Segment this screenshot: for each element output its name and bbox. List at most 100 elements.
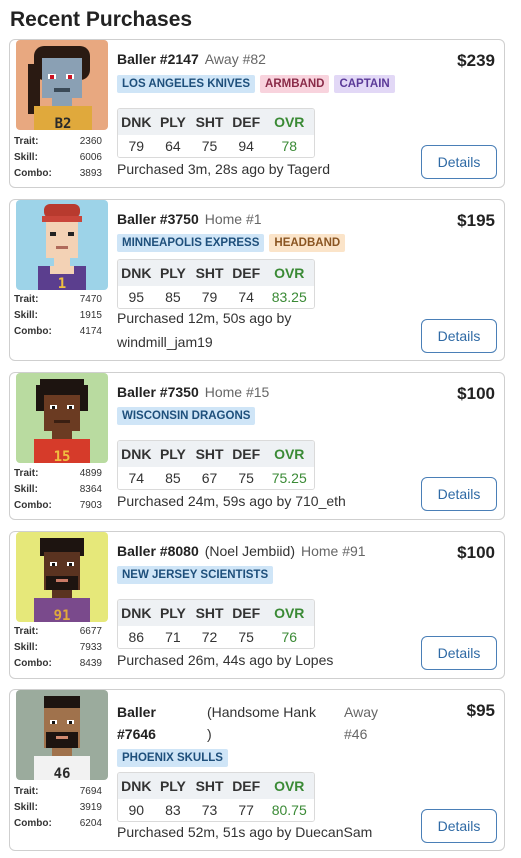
rating-dnk: 79 — [128, 138, 145, 154]
price: $239 — [457, 51, 495, 70]
rating-dnk: 90 — [128, 802, 145, 818]
rating-header-ply: PLY — [159, 446, 186, 462]
trait-value: 4899 — [79, 468, 102, 479]
skill-label: Skill: — [14, 484, 38, 495]
details-button[interactable]: Details — [421, 636, 497, 670]
baller-id[interactable]: Baller #3750 — [117, 211, 199, 227]
rating-table: DNK PLY SHT DEF OVR 95 85 79 74 83.25 — [117, 259, 315, 309]
rating-sht: 75 — [201, 138, 218, 154]
purchase-info: Purchased 3m, 28s ago by Tagerd — [117, 161, 330, 177]
baller-location: Home #1 — [204, 211, 262, 227]
rating-header-ply: PLY — [159, 605, 186, 621]
rating-header-def: DEF — [232, 114, 261, 130]
team-tag: NEW JERSEY SCIENTISTS — [117, 566, 274, 584]
trait-label: Trait: — [14, 468, 39, 479]
rating-def: 74 — [238, 289, 254, 305]
trait-label: Trait: — [14, 136, 39, 147]
rating-ovr: 76 — [281, 629, 298, 645]
rating-header-sht: SHT — [195, 114, 224, 130]
rating-sht: 79 — [201, 289, 218, 305]
rating-header-ovr: OVR — [274, 605, 305, 621]
purchase-card: 91 Trait: 6677 Skill: 7933 Combo: 8439 Ball… — [9, 531, 505, 679]
rating-header-ovr: OVR — [274, 778, 305, 794]
jersey-number: 15 — [54, 449, 71, 463]
baller-id[interactable]: Baller — [117, 701, 156, 723]
rating-header-sht: SHT — [195, 446, 224, 462]
combo-value: 8439 — [79, 658, 102, 669]
rating-header-def: DEF — [232, 446, 261, 462]
baller-name-line: Baller #7350 Home #15 — [117, 384, 269, 400]
baller-avatar-image: 46 — [16, 690, 108, 780]
baller-location: Away #82 — [204, 51, 266, 67]
trait-value: 7470 — [79, 294, 102, 305]
rating-header-row: DNK PLY SHT DEF OVR — [118, 773, 314, 799]
buyer-name: windmill_jam19 — [117, 334, 213, 350]
rating-value-row: 86 71 72 75 76 — [118, 626, 314, 648]
rating-header-dnk: DNK — [121, 265, 152, 281]
combo-label: Combo: — [14, 658, 52, 669]
skill-label: Skill: — [14, 642, 38, 653]
rating-dnk: 74 — [128, 470, 145, 486]
baller-avatar[interactable]: 91 — [16, 532, 108, 622]
details-button[interactable]: Details — [421, 809, 497, 843]
baller-id-number[interactable]: #7646 — [117, 723, 156, 745]
rating-sht: 73 — [201, 802, 218, 818]
team-tag: WISCONSIN DRAGONS — [117, 407, 256, 425]
stats-block: Trait: 7694 Skill: 3919 Combo: 6204 — [14, 784, 102, 832]
purchase-info-line: Purchased 12m, 50s ago by — [117, 310, 292, 326]
baller-avatar[interactable]: 15 — [16, 373, 108, 463]
combo-label: Combo: — [14, 500, 52, 511]
tag-list: MINNEAPOLIS EXPRESS HEADBAND — [117, 234, 346, 252]
details-button[interactable]: Details — [421, 319, 497, 353]
rating-header-ply: PLY — [159, 265, 186, 281]
rating-table: DNK PLY SHT DEF OVR 86 71 72 75 76 — [117, 599, 315, 649]
rating-header-row: DNK PLY SHT DEF OVR — [118, 600, 314, 626]
skill-value: 1915 — [79, 310, 102, 321]
skill-value: 6006 — [79, 152, 102, 163]
rating-def: 75 — [238, 470, 254, 486]
baller-id[interactable]: Baller #2147 — [117, 51, 199, 67]
rating-header-ovr: OVR — [274, 114, 305, 130]
skill-value: 3919 — [79, 802, 102, 813]
baller-id[interactable]: Baller #8080 — [117, 543, 199, 559]
combo-value: 7903 — [79, 500, 102, 511]
price: $195 — [457, 211, 495, 230]
rating-value-row: 74 85 67 75 75.25 — [118, 467, 314, 489]
purchase-card: 1 Trait: 7470 Skill: 1915 Combo: 4174 Balle… — [9, 199, 505, 361]
skill-label: Skill: — [14, 802, 38, 813]
rating-header-sht: SHT — [195, 605, 224, 621]
rating-ovr: 83.25 — [271, 289, 307, 305]
baller-avatar[interactable]: 46 — [16, 690, 108, 780]
purchase-card: 15 Trait: 4899 Skill: 8364 Combo: 7903 Ball… — [9, 372, 505, 520]
trait-label: Trait: — [14, 786, 39, 797]
details-button[interactable]: Details — [421, 145, 497, 179]
baller-location: Home #91 — [300, 543, 366, 559]
baller-avatar[interactable]: 1 — [16, 200, 108, 290]
baller-id[interactable]: Baller #7350 — [117, 384, 199, 400]
jersey-number: B2 — [55, 116, 72, 130]
rating-dnk: 95 — [128, 289, 145, 305]
purchase-info: Purchased 52m, 51s ago by DuecanSam — [117, 824, 373, 840]
rating-ovr: 75.25 — [271, 470, 307, 486]
combo-value: 4174 — [79, 326, 102, 337]
purchase-info: Purchased 12m, 50s ago by windmill_jam19 — [117, 308, 291, 352]
rating-header-sht: SHT — [195, 265, 224, 281]
location-line: #46 — [344, 726, 368, 742]
purchase-card: B2 Trait: 2360 Skill: 6006 Combo: 3893 Ball… — [9, 39, 505, 188]
stats-block: Trait: 7470 Skill: 1915 Combo: 4174 — [14, 292, 102, 340]
stats-block: Trait: 2360 Skill: 6006 Combo: 3893 — [14, 134, 102, 182]
baller-name-line: Baller #8080 (Noel Jembiid) Home #91 — [117, 543, 366, 559]
price: $95 — [466, 701, 495, 720]
rating-sht: 72 — [201, 629, 218, 645]
baller-avatar[interactable]: B2 — [16, 40, 108, 130]
jersey-number: 46 — [54, 766, 71, 780]
details-button[interactable]: Details — [421, 477, 497, 511]
trait-value: 6677 — [79, 626, 102, 637]
jersey-number: 1 — [58, 276, 66, 290]
skill-value: 7933 — [79, 642, 102, 653]
rating-header-dnk: DNK — [121, 605, 152, 621]
combo-label: Combo: — [14, 818, 52, 829]
rating-ply: 85 — [165, 470, 181, 486]
skill-label: Skill: — [14, 310, 38, 321]
stats-block: Trait: 4899 Skill: 8364 Combo: 7903 — [14, 466, 102, 514]
